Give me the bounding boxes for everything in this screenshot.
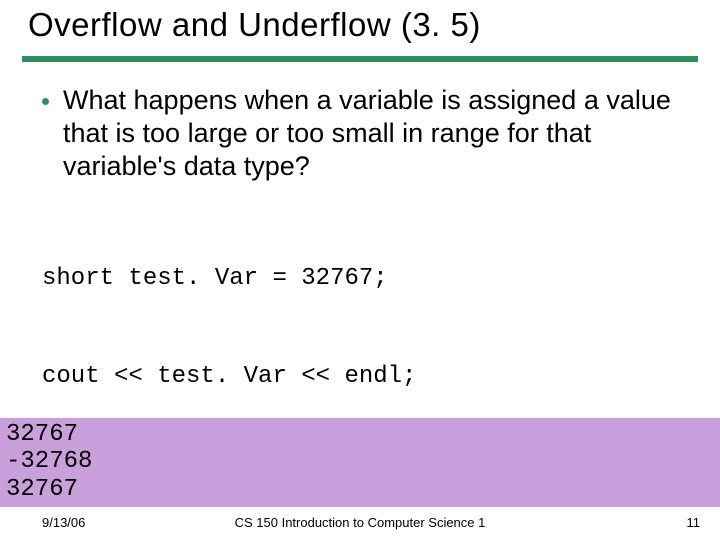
footer-course: CS 150 Introduction to Computer Science …	[0, 515, 720, 530]
output-line: 32767	[6, 421, 720, 448]
code-line: short test. Var = 32767;	[42, 263, 416, 296]
output-line: 32767	[6, 476, 720, 503]
output-line: -32768	[6, 448, 720, 475]
slide: Overflow and Underflow (3. 5) What happe…	[0, 0, 720, 540]
bullet-text: What happens when a variable is assigned…	[63, 84, 690, 183]
output-box: 32767 -32768 32767	[0, 418, 720, 507]
footer-page: 11	[687, 515, 701, 530]
title-underline	[22, 56, 698, 62]
bullet-item: What happens when a variable is assigned…	[42, 84, 690, 183]
bullet-icon	[42, 98, 49, 105]
slide-title: Overflow and Underflow (3. 5)	[28, 6, 692, 44]
code-line: cout << test. Var << endl;	[42, 361, 416, 394]
